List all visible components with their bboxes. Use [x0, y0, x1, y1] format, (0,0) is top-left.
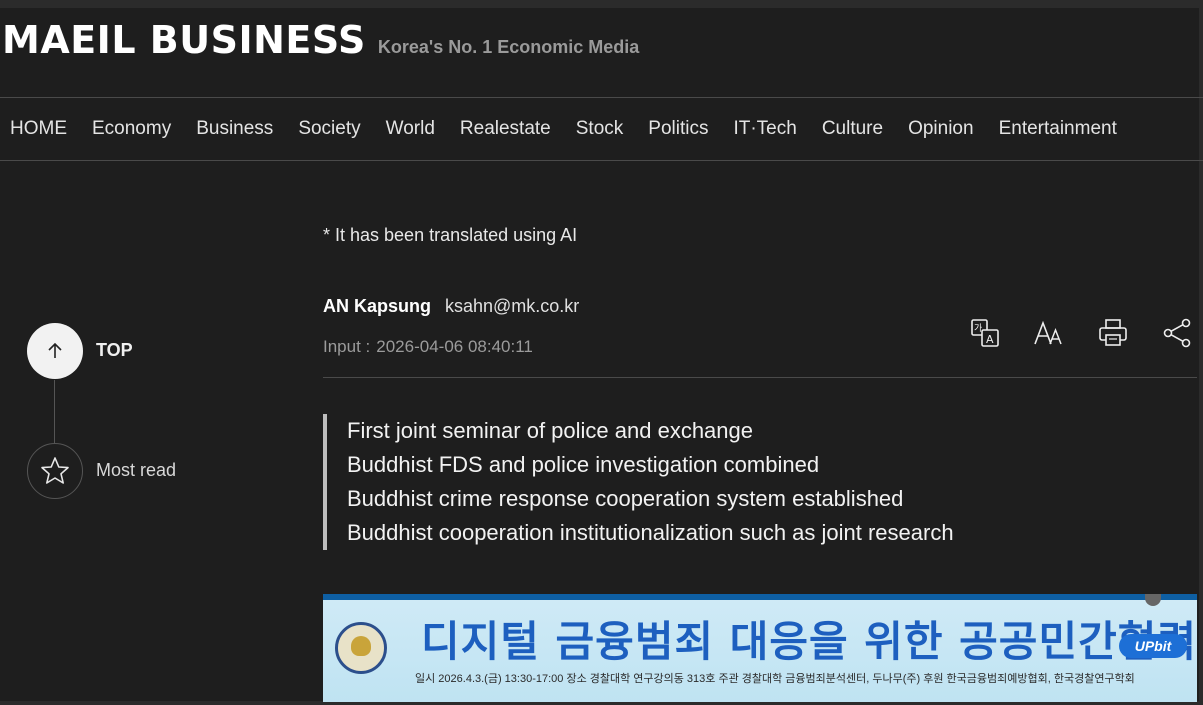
- font-size-button[interactable]: [1032, 316, 1066, 350]
- camera-mount: [1145, 594, 1161, 606]
- input-label: Input :: [323, 337, 371, 356]
- print-button[interactable]: [1096, 316, 1130, 350]
- most-read-button[interactable]: [27, 443, 83, 499]
- byline-divider: [323, 377, 1197, 378]
- banner-title: 디지털 금융범죄 대응을 위한 공공민간협력 세미나: [421, 617, 1197, 666]
- nav-item-stock[interactable]: Stock: [576, 118, 624, 140]
- byline: AN Kapsung ksahn@mk.co.kr: [323, 296, 579, 317]
- nav-item-realestate[interactable]: Realestate: [460, 118, 551, 140]
- translate-icon: 가 A: [971, 319, 999, 347]
- summary-line: Buddhist cooperation institutionalizatio…: [347, 520, 954, 545]
- police-emblem-icon: [335, 622, 387, 674]
- summary-line: First joint seminar of police and exchan…: [347, 418, 753, 443]
- summary-line: Buddhist crime response cooperation syst…: [347, 486, 904, 511]
- publish-time: Input : 2026-04-06 08:40:11: [323, 337, 533, 357]
- ai-translation-notice: * It has been translated using AI: [323, 225, 578, 245]
- upbit-logo: UPbit: [1119, 634, 1187, 658]
- article-summary: First joint seminar of police and exchan…: [323, 414, 954, 550]
- author-email[interactable]: ksahn@mk.co.kr: [445, 296, 579, 317]
- site-logo[interactable]: MAEIL BUSINESS Korea's No. 1 Economic Me…: [2, 18, 639, 62]
- nav-item-it-tech[interactable]: IT·Tech: [733, 118, 796, 140]
- nav-item-world[interactable]: World: [386, 118, 435, 140]
- nav-item-home[interactable]: HOME: [10, 118, 67, 140]
- nav-item-culture[interactable]: Culture: [822, 118, 883, 140]
- svg-text:A: A: [986, 333, 994, 346]
- logo-text: MAEIL BUSINESS: [2, 18, 366, 62]
- scroll-top-button[interactable]: [27, 323, 83, 379]
- banner-info: 일시 2026.4.3.(금) 13:30-17:00 장소 경찰대학 연구강의…: [415, 673, 1135, 685]
- summary-line: Buddhist FDS and police investigation co…: [347, 452, 820, 477]
- sidebar-connector: [54, 380, 55, 444]
- nav-item-economy[interactable]: Economy: [92, 118, 171, 140]
- main-nav: HOME Economy Business Society World Real…: [0, 97, 1203, 161]
- nav-item-entertainment[interactable]: Entertainment: [999, 118, 1117, 140]
- nav-item-opinion[interactable]: Opinion: [908, 118, 974, 140]
- svg-text:가: 가: [974, 323, 982, 334]
- author-name[interactable]: AN Kapsung: [323, 296, 431, 317]
- nav-item-business[interactable]: Business: [196, 118, 273, 140]
- share-button[interactable]: [1160, 316, 1194, 350]
- share-icon: [1163, 318, 1191, 348]
- nav-item-society[interactable]: Society: [298, 118, 360, 140]
- nav-item-politics[interactable]: Politics: [648, 118, 708, 140]
- window-frame-top: [0, 0, 1203, 8]
- logo-tagline: Korea's No. 1 Economic Media: [377, 37, 640, 57]
- article-toolbar: 가 A: [968, 316, 1194, 350]
- translate-button[interactable]: 가 A: [968, 316, 1002, 350]
- print-icon: [1099, 319, 1127, 346]
- input-timestamp: 2026-04-06 08:40:11: [376, 337, 533, 356]
- scroll-top-label[interactable]: TOP: [96, 340, 133, 361]
- article-photo[interactable]: 디지털 금융범죄 대응을 위한 공공민간협력 세미나 일시 2026.4.3.(…: [323, 594, 1197, 702]
- star-icon: [41, 457, 69, 484]
- arrow-up-icon: [48, 342, 62, 358]
- font-size-icon: [1034, 320, 1062, 345]
- most-read-label[interactable]: Most read: [96, 460, 176, 481]
